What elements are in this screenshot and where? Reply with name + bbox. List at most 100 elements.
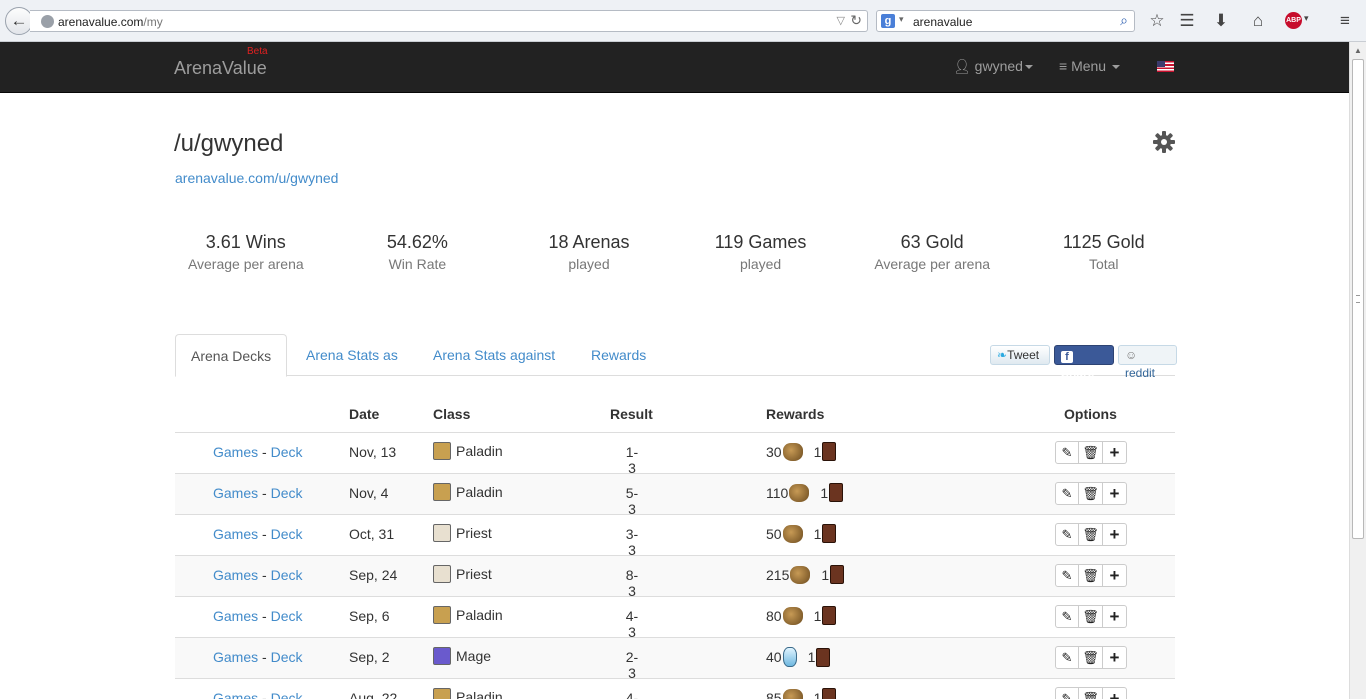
arcane-dust-icon <box>782 647 797 667</box>
delete-trash-icon[interactable]: 🗑︎ <box>1079 523 1103 546</box>
url-history-dropdown-icon[interactable]: ▽ <box>837 14 845 27</box>
class-name: Priest <box>456 566 492 582</box>
search-icon[interactable]: ⌕ <box>1120 12 1128 29</box>
games-link[interactable]: Games <box>213 608 258 624</box>
edit-pencil-icon[interactable]: ✎ <box>1055 523 1079 546</box>
row-class: Paladin <box>433 606 503 624</box>
add-plus-icon[interactable]: + <box>1103 482 1127 505</box>
scrollbar-thumb[interactable] <box>1352 59 1364 539</box>
add-plus-icon[interactable]: + <box>1103 564 1127 587</box>
add-plus-icon[interactable]: + <box>1103 523 1127 546</box>
deck-link[interactable]: Deck <box>271 649 303 665</box>
profile-link[interactable]: arenavalue.com/u/gwyned <box>175 170 338 186</box>
deck-link[interactable]: Deck <box>271 608 303 624</box>
adblock-icon[interactable]: ABP <box>1285 12 1302 29</box>
row-date: Sep, 24 <box>349 567 398 583</box>
header-result[interactable]: Result <box>610 406 653 422</box>
table-header: Date Class Result Rewards Options <box>175 395 1175 433</box>
hamburger-menu-icon[interactable]: ≡ <box>1334 10 1356 32</box>
search-engine-dropdown-icon[interactable]: ▾ <box>899 14 904 25</box>
delete-trash-icon[interactable]: 🗑︎ <box>1079 605 1103 628</box>
brand-logo[interactable]: ArenaValue <box>174 58 267 79</box>
games-link[interactable]: Games <box>213 649 258 665</box>
search-bar[interactable]: g ▾ arenavalue ⌕ <box>876 10 1135 32</box>
edit-pencil-icon[interactable]: ✎ <box>1055 441 1079 464</box>
add-plus-icon[interactable]: + <box>1103 687 1127 699</box>
games-link[interactable]: Games <box>213 526 258 542</box>
row-result: 3-3 <box>625 526 639 558</box>
row-rewards: 40 1 <box>766 647 831 667</box>
delete-trash-icon[interactable]: 🗑︎ <box>1079 687 1103 699</box>
add-plus-icon[interactable]: + <box>1103 605 1127 628</box>
scroll-up-arrow-icon[interactable]: ▲ <box>1354 46 1362 55</box>
gold-bag-icon <box>782 524 803 543</box>
deck-link[interactable]: Deck <box>271 690 303 699</box>
back-arrow-icon[interactable]: ← <box>5 7 33 35</box>
header-rewards[interactable]: Rewards <box>766 406 824 422</box>
link-separator: - <box>258 608 271 624</box>
row-options: ✎ 🗑︎ + <box>1055 441 1127 464</box>
reading-list-icon[interactable]: ☰ <box>1176 10 1198 32</box>
deck-link[interactable]: Deck <box>271 567 303 583</box>
reload-icon[interactable]: ↻ <box>850 12 862 29</box>
delete-trash-icon[interactable]: 🗑︎ <box>1079 482 1103 505</box>
stat-value: 3.61 Wins <box>205 232 286 252</box>
home-icon[interactable]: ⌂ <box>1247 10 1269 32</box>
facebook-share-button[interactable]: f Share <box>1054 345 1114 380</box>
search-input[interactable]: arenavalue <box>913 15 972 29</box>
tab-arena-stats-against[interactable]: Arena Stats against <box>418 334 570 376</box>
deck-links: Games - Deck <box>213 649 302 665</box>
url-text[interactable]: arenavalue.com/my <box>58 15 163 29</box>
header-options: Options <box>1064 406 1117 422</box>
tweet-button[interactable]: ❧Tweet <box>990 345 1050 365</box>
deck-link[interactable]: Deck <box>271 526 303 542</box>
edit-pencil-icon[interactable]: ✎ <box>1055 482 1079 505</box>
deck-link[interactable]: Deck <box>271 444 303 460</box>
adblock-dropdown-icon[interactable]: ▾ <box>1304 13 1309 24</box>
games-link[interactable]: Games <box>213 690 258 699</box>
deck-link[interactable]: Deck <box>271 485 303 501</box>
tab-arena-decks[interactable]: Arena Decks <box>175 334 288 377</box>
pack-count: 1 <box>820 484 829 501</box>
card-pack-icon <box>829 483 844 502</box>
stat-average-gold: 63 Gold Average per arena <box>846 232 1018 272</box>
games-link[interactable]: Games <box>213 444 258 460</box>
gear-icon[interactable] <box>1152 130 1176 154</box>
page-scrollbar[interactable]: ▲ <box>1349 42 1366 699</box>
edit-pencil-icon[interactable]: ✎ <box>1055 564 1079 587</box>
search-engine-icon[interactable]: g <box>881 14 895 28</box>
games-link[interactable]: Games <box>213 567 258 583</box>
add-plus-icon[interactable]: + <box>1103 441 1127 464</box>
link-separator: - <box>258 567 271 583</box>
address-bar[interactable]: arenavalue.com/my ▽ ↻ <box>30 10 868 32</box>
tab-arena-stats-as[interactable]: Arena Stats as <box>291 334 413 376</box>
delete-trash-icon[interactable]: 🗑︎ <box>1079 646 1103 669</box>
user-dropdown[interactable]: 👤︎ gwyned <box>953 58 1033 75</box>
menu-dropdown[interactable]: ≡ Menu <box>1059 58 1120 74</box>
bookmark-star-icon[interactable]: ☆ <box>1146 10 1168 32</box>
header-date[interactable]: Date <box>349 406 379 422</box>
edit-pencil-icon[interactable]: ✎ <box>1055 605 1079 628</box>
table-body: Games - Deck Nov, 13 Paladin 1-3 30 1 ✎ … <box>175 433 1175 699</box>
delete-trash-icon[interactable]: 🗑︎ <box>1079 441 1103 464</box>
beta-badge: Beta <box>247 46 268 57</box>
edit-pencil-icon[interactable]: ✎ <box>1055 646 1079 669</box>
header-class[interactable]: Class <box>433 406 470 422</box>
tab-rewards[interactable]: Rewards <box>576 334 661 376</box>
games-link[interactable]: Games <box>213 485 258 501</box>
row-class: Paladin <box>433 483 503 501</box>
row-options: ✎ 🗑︎ + <box>1055 523 1127 546</box>
reward-amount: 215 <box>766 566 790 583</box>
deck-links: Games - Deck <box>213 485 302 501</box>
gold-bag-icon <box>782 606 803 625</box>
download-icon[interactable]: ⬇ <box>1210 10 1232 32</box>
edit-pencil-icon[interactable]: ✎ <box>1055 687 1079 699</box>
reddit-button[interactable]: ☺ reddit <box>1118 345 1177 380</box>
add-plus-icon[interactable]: + <box>1103 646 1127 669</box>
class-name: Paladin <box>456 484 503 500</box>
us-flag-icon[interactable] <box>1157 61 1174 72</box>
row-result: 4-3 <box>625 608 639 640</box>
delete-trash-icon[interactable]: 🗑︎ <box>1079 564 1103 587</box>
reward-amount: 110 <box>766 484 789 501</box>
row-class: Paladin <box>433 688 503 699</box>
